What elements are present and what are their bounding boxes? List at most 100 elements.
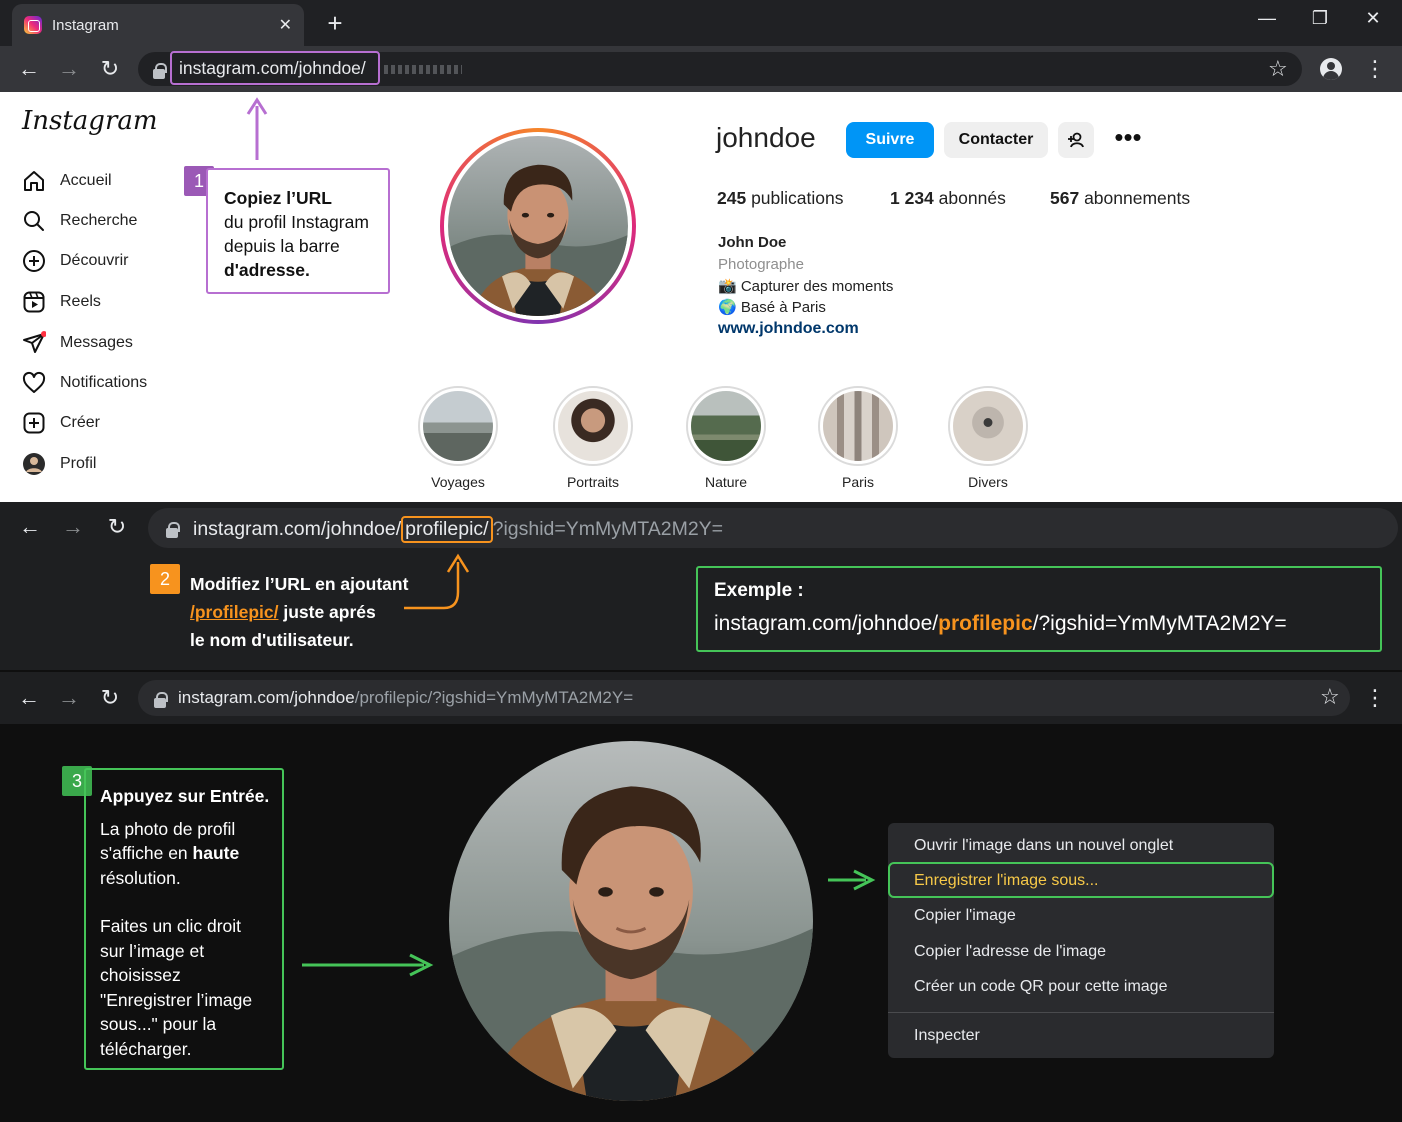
more-options-icon[interactable]: ••• bbox=[1110, 122, 1146, 158]
menu-separator bbox=[888, 1012, 1274, 1013]
back-button[interactable]: ← bbox=[14, 683, 44, 713]
home-icon bbox=[20, 167, 48, 195]
explore-icon bbox=[20, 247, 48, 275]
step2-panel: ← → ↻ instagram.com/johndoe/profilepic/?… bbox=[0, 502, 1402, 670]
profile-icon bbox=[20, 450, 48, 478]
stat-followers[interactable]: 1 234 abonnés bbox=[890, 188, 1006, 209]
sidebar-item-creer[interactable]: Créer bbox=[20, 408, 100, 438]
reels-icon bbox=[20, 288, 48, 316]
menu-item-inspect[interactable]: Inspecter bbox=[914, 1027, 980, 1045]
sidebar-item-reels[interactable]: Reels bbox=[20, 287, 101, 317]
highlight-divers-image bbox=[953, 391, 1023, 461]
lock-icon bbox=[153, 63, 167, 79]
added-profilepic-segment: profilepic/ bbox=[401, 516, 493, 543]
step1-title: Copiez l’URL bbox=[224, 188, 332, 208]
arrow-right-small-icon bbox=[828, 869, 876, 891]
stat-following[interactable]: 567 abonnements bbox=[1050, 188, 1190, 209]
step1-callout: Copiez l’URL du profil Instagram depuis … bbox=[206, 168, 390, 294]
blurred-url-remainder bbox=[384, 65, 462, 74]
curved-arrow-icon bbox=[404, 553, 470, 610]
bio-category: Photographe bbox=[718, 256, 804, 273]
reload-button[interactable]: ↻ bbox=[95, 683, 125, 713]
contact-button[interactable]: Contacter bbox=[944, 122, 1048, 158]
example-url: instagram.com/johndoe/profilepic/?igshid… bbox=[714, 612, 1287, 635]
browser-tab-instagram[interactable]: Instagram ✕ bbox=[12, 4, 304, 46]
browser-toolbar-step3: ← → ↻ instagram.com/johndoe/profilepic/?… bbox=[0, 672, 1402, 724]
create-icon bbox=[20, 409, 48, 437]
menu-item-open-image-new-tab[interactable]: Ouvrir l'image dans un nouvel onglet bbox=[914, 837, 1173, 855]
image-context-menu: Ouvrir l'image dans un nouvel onglet Enr… bbox=[888, 823, 1274, 1058]
browser-menu-button[interactable]: ⋮ bbox=[1360, 683, 1390, 713]
highlight-paris[interactable]: Paris bbox=[818, 386, 898, 490]
lock-icon bbox=[166, 522, 180, 538]
profile-avatar[interactable] bbox=[440, 128, 636, 324]
arrow-right-icon bbox=[302, 953, 434, 977]
messages-icon bbox=[20, 329, 48, 357]
instagram-profile-page: Instagram Accueil Recherche Découvrir Re… bbox=[0, 92, 1402, 502]
tab-title: Instagram bbox=[52, 16, 119, 34]
sidebar-item-recherche[interactable]: Recherche bbox=[20, 206, 137, 236]
example-title: Exemple : bbox=[714, 580, 804, 601]
high-resolution-profile-photo[interactable] bbox=[449, 741, 813, 1101]
step1-line2: depuis la barre bbox=[224, 236, 340, 256]
address-url-step2: instagram.com/johndoe/profilepic/?igshid… bbox=[193, 516, 723, 543]
browser-menu-button[interactable]: ⋮ bbox=[1360, 54, 1390, 84]
bio-website-link[interactable]: www.johndoe.com bbox=[718, 320, 859, 338]
address-url: instagram.com/johndoe/ bbox=[179, 58, 366, 78]
highlight-portraits-image bbox=[558, 391, 628, 461]
highlight-voyages[interactable]: Voyages bbox=[418, 386, 498, 490]
step1-line3: d'adresse. bbox=[224, 260, 310, 280]
tab-close-icon[interactable]: ✕ bbox=[279, 15, 292, 35]
step1-line1: du profil Instagram bbox=[224, 212, 369, 232]
account-avatar-icon[interactable] bbox=[1320, 58, 1342, 80]
lock-icon bbox=[154, 692, 168, 708]
step-badge-2: 2 bbox=[150, 564, 180, 594]
browser-toolbar: ← → ↻ instagram.com/johndoe/ ☆ ⋮ bbox=[0, 46, 1402, 92]
instagram-favicon-icon bbox=[24, 16, 42, 34]
highlight-divers[interactable]: Divers bbox=[948, 386, 1028, 490]
address-bar-step3[interactable]: instagram.com/johndoe/profilepic/?igshid… bbox=[138, 680, 1350, 716]
reload-button[interactable]: ↻ bbox=[102, 512, 132, 542]
forward-button[interactable]: → bbox=[54, 683, 84, 713]
search-icon bbox=[20, 207, 48, 235]
forward-button[interactable]: → bbox=[58, 512, 88, 542]
suggest-user-button[interactable] bbox=[1058, 122, 1094, 158]
menu-item-copy-image[interactable]: Copier l'image bbox=[914, 907, 1016, 925]
back-button[interactable]: ← bbox=[15, 512, 45, 542]
menu-item-copy-image-address[interactable]: Copier l'adresse de l'image bbox=[914, 943, 1106, 961]
menu-item-save-image-as[interactable]: Enregistrer l'image sous... bbox=[914, 872, 1098, 890]
menu-item-create-qr-code[interactable]: Créer un code QR pour cette image bbox=[914, 978, 1167, 996]
sidebar-item-decouvrir[interactable]: Découvrir bbox=[20, 246, 128, 276]
window-close-button[interactable]: ✕ bbox=[1358, 8, 1388, 29]
highlight-portraits[interactable]: Portraits bbox=[553, 386, 633, 490]
arrow-up-icon bbox=[246, 97, 268, 160]
sidebar-item-messages[interactable]: Messages bbox=[20, 328, 133, 358]
reload-button[interactable]: ↻ bbox=[95, 54, 125, 84]
profile-username: johndoe bbox=[716, 122, 816, 153]
window-minimize-button[interactable]: — bbox=[1252, 8, 1282, 29]
stat-posts[interactable]: 245 publications bbox=[717, 188, 844, 209]
step2-instructions: Modifiez l’URL en ajoutant /profilepic/ … bbox=[190, 574, 409, 650]
highlight-nature[interactable]: Nature bbox=[686, 386, 766, 490]
address-bar[interactable]: instagram.com/johndoe/ ☆ bbox=[138, 51, 1302, 86]
instagram-logo[interactable]: Instagram bbox=[22, 106, 158, 136]
heart-icon bbox=[20, 369, 48, 397]
address-url-step3: instagram.com/johndoe/profilepic/?igshid… bbox=[178, 688, 634, 707]
example-box: Exemple : instagram.com/johndoe/profilep… bbox=[696, 566, 1382, 652]
bookmark-star-icon[interactable]: ☆ bbox=[1268, 56, 1288, 82]
sidebar-item-profil[interactable]: Profil bbox=[20, 449, 96, 479]
follow-button[interactable]: Suivre bbox=[846, 122, 934, 158]
address-bar-step2[interactable]: instagram.com/johndoe/profilepic/?igshid… bbox=[148, 508, 1398, 548]
bio-line-1: 📸 Capturer des moments bbox=[718, 278, 894, 295]
profile-photo bbox=[448, 136, 628, 316]
sidebar-item-accueil[interactable]: Accueil bbox=[20, 166, 112, 196]
back-button[interactable]: ← bbox=[14, 54, 44, 84]
step3-callout: Appuyez sur Entrée. La photo de profil s… bbox=[84, 768, 284, 1070]
forward-button[interactable]: → bbox=[54, 54, 84, 84]
new-tab-button[interactable]: + bbox=[322, 8, 348, 39]
sidebar-item-notifications[interactable]: Notifications bbox=[20, 368, 147, 398]
bookmark-star-icon[interactable]: ☆ bbox=[1320, 684, 1340, 710]
step3-title: Appuyez sur Entrée. bbox=[100, 786, 270, 806]
bio-line-2: 🌍 Basé à Paris bbox=[718, 299, 826, 316]
window-maximize-button[interactable]: ❐ bbox=[1305, 8, 1335, 29]
